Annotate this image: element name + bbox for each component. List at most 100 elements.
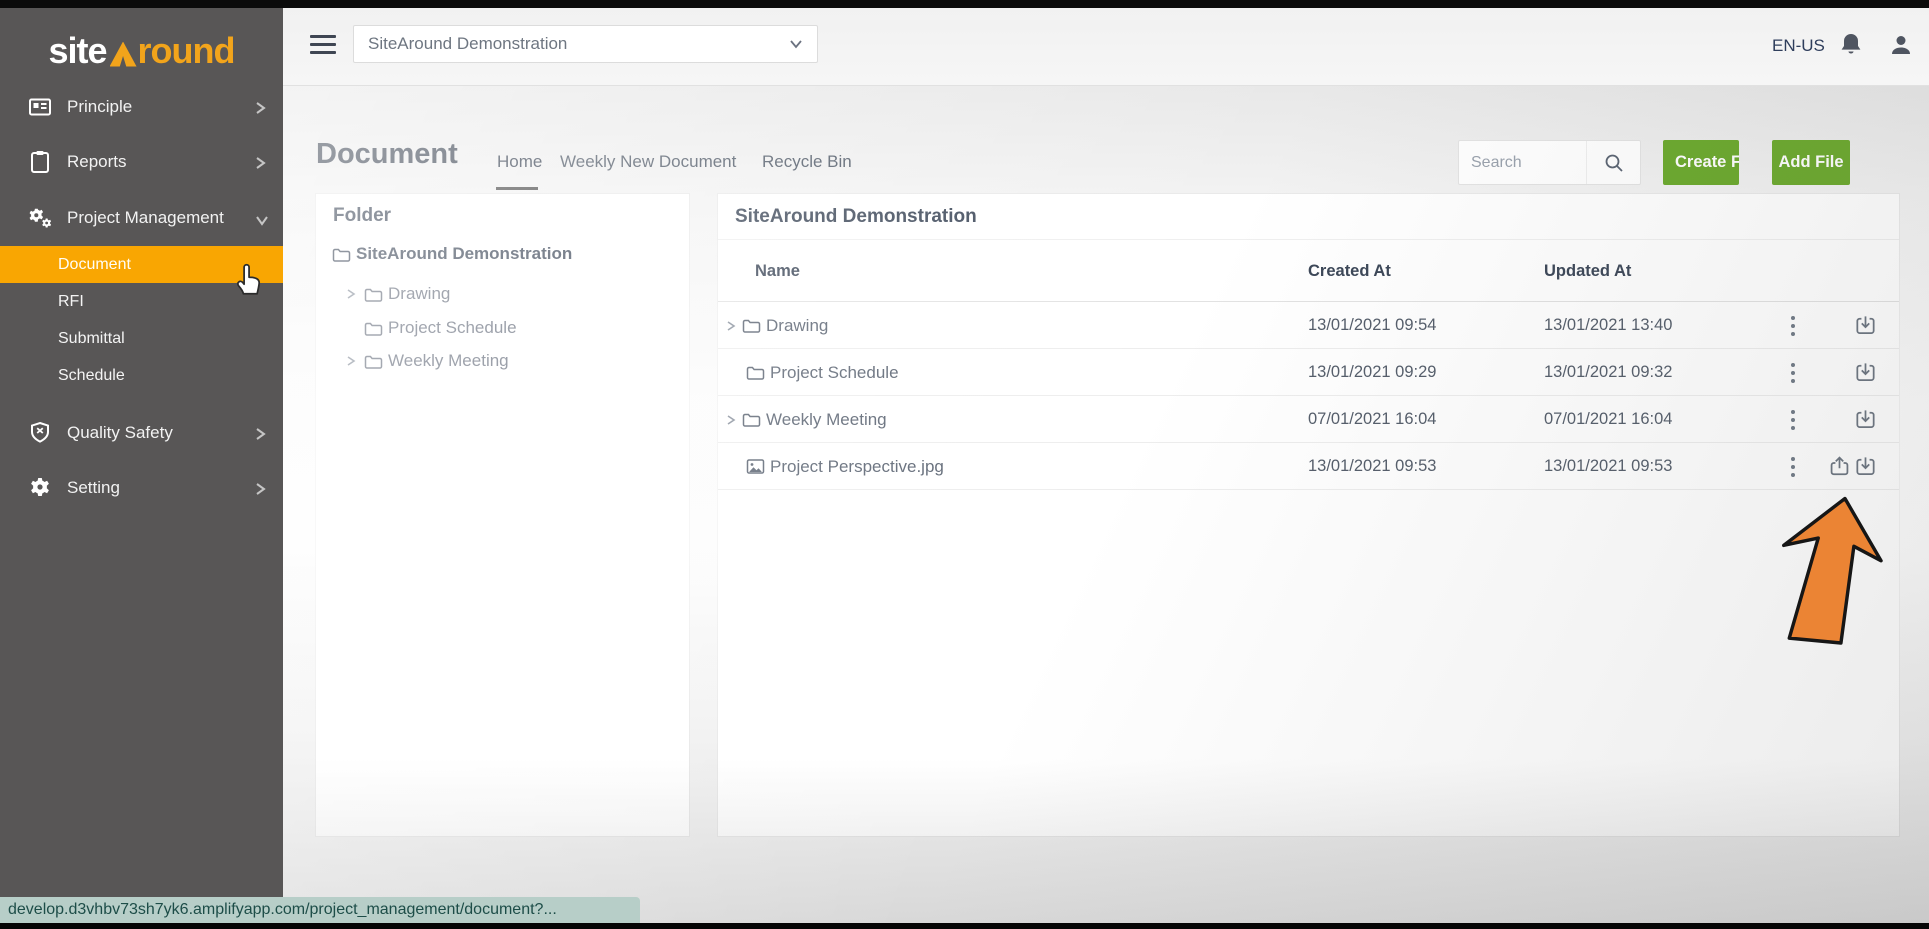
topbar: SiteAround Demonstration EN-US: [283, 8, 1929, 86]
search-icon[interactable]: [1586, 141, 1640, 184]
row-menu-button[interactable]: [1780, 302, 1806, 349]
row-menu-button[interactable]: [1780, 349, 1806, 396]
locale-selector[interactable]: EN-US: [1772, 36, 1825, 56]
tree-item-label: Weekly Meeting: [388, 351, 509, 371]
hamburger-menu-button[interactable]: [310, 35, 336, 57]
sidebar-item-schedule[interactable]: Schedule: [0, 357, 283, 394]
mouse-cursor: [228, 258, 264, 296]
tree-item-drawing[interactable]: Drawing: [316, 278, 689, 310]
add-file-button[interactable]: Add File: [1772, 140, 1850, 185]
table-row[interactable]: Drawing 13/01/2021 09:54 13/01/2021 13:4…: [718, 302, 1899, 349]
notifications-bell-icon[interactable]: [1839, 32, 1863, 58]
logo-text-round: round: [138, 30, 235, 72]
folder-icon: [742, 317, 766, 334]
table-row[interactable]: Project Perspective.jpg 13/01/2021 09:53…: [718, 443, 1899, 490]
sitearound-logo: site round: [0, 22, 283, 80]
tree-item-project-schedule[interactable]: Project Schedule: [316, 312, 689, 344]
status-url-bar: develop.d3vhbv73sh7yk6.amplifyapp.com/pr…: [0, 897, 640, 923]
folder-panel-title: Folder: [316, 194, 689, 238]
tree-item-label: Project Schedule: [388, 318, 517, 338]
row-name: Project Perspective.jpg: [770, 457, 944, 477]
logo-text-site: site: [48, 30, 106, 72]
shield-icon: [28, 421, 52, 445]
sidebar-item-project-management[interactable]: Project Management: [0, 191, 283, 245]
row-name-cell[interactable]: Drawing: [726, 302, 828, 349]
chevron-right-icon[interactable]: [726, 414, 742, 426]
row-created-at: 13/01/2021 09:54: [1308, 302, 1436, 349]
table-row[interactable]: Weekly Meeting 07/01/2021 16:04 07/01/20…: [718, 396, 1899, 443]
sidebar-item-label: RFI: [58, 293, 84, 311]
logo-arrow-icon: [110, 42, 137, 67]
id-card-icon: [28, 95, 52, 119]
sidebar-item-label: Project Management: [67, 208, 255, 228]
search-bar: [1458, 140, 1641, 185]
sidebar-item-setting[interactable]: Setting: [0, 461, 283, 515]
folder-icon: [746, 364, 770, 381]
sidebar-item-principle[interactable]: Principle: [0, 80, 283, 134]
chevron-right-icon: [255, 100, 267, 114]
sidebar-item-label: Document: [58, 256, 131, 274]
column-header-created-at: Created At: [1308, 262, 1391, 281]
sidebar-item-label: Reports: [67, 152, 255, 172]
folder-icon: [364, 320, 386, 337]
row-created-at: 07/01/2021 16:04: [1308, 396, 1436, 443]
download-button[interactable]: [1852, 349, 1878, 396]
sidebar-item-label: Quality Safety: [67, 423, 255, 443]
row-name-cell[interactable]: Project Perspective.jpg: [746, 443, 944, 490]
share-button[interactable]: [1826, 443, 1852, 490]
folder-tree-panel: Folder SiteAround Demonstration Drawing: [316, 194, 689, 836]
page-title: Document: [316, 138, 458, 171]
sidebar-item-label: Schedule: [58, 367, 125, 385]
folder-icon: [742, 411, 766, 428]
tree-item-label: SiteAround Demonstration: [356, 244, 572, 264]
active-tab-underline: [496, 187, 538, 190]
letterbox-bottom: [0, 923, 1929, 929]
row-updated-at: 13/01/2021 09:32: [1544, 349, 1672, 396]
chevron-down-icon: [789, 34, 803, 54]
user-account-icon[interactable]: [1888, 32, 1914, 58]
create-folder-button[interactable]: Create Folder: [1663, 140, 1739, 185]
download-button[interactable]: [1852, 302, 1878, 349]
column-header-updated-at: Updated At: [1544, 262, 1631, 281]
row-name: Project Schedule: [770, 363, 899, 383]
tree-item-weekly-meeting[interactable]: Weekly Meeting: [316, 345, 689, 377]
row-updated-at: 07/01/2021 16:04: [1544, 396, 1672, 443]
row-name: Weekly Meeting: [766, 410, 887, 430]
column-header-name: Name: [755, 262, 800, 281]
sidebar-item-submittal[interactable]: Submittal: [0, 320, 283, 357]
row-menu-button[interactable]: [1780, 396, 1806, 443]
letterbox-top: [0, 0, 1929, 8]
table-row[interactable]: Project Schedule 13/01/2021 09:29 13/01/…: [718, 349, 1899, 396]
download-button[interactable]: [1852, 443, 1878, 490]
row-name: Drawing: [766, 316, 828, 336]
row-created-at: 13/01/2021 09:53: [1308, 443, 1436, 490]
folder-icon: [364, 353, 386, 370]
chevron-right-icon[interactable]: [346, 355, 364, 367]
search-input[interactable]: [1459, 141, 1586, 184]
row-name-cell[interactable]: Project Schedule: [746, 349, 899, 396]
sidebar-item-quality-safety[interactable]: Quality Safety: [0, 406, 283, 460]
project-selector-dropdown[interactable]: SiteAround Demonstration: [353, 25, 818, 63]
row-name-cell[interactable]: Weekly Meeting: [726, 396, 887, 443]
sidebar-item-label: Setting: [67, 478, 255, 498]
folder-icon: [332, 246, 354, 263]
tree-item-label: Drawing: [388, 284, 450, 304]
gear-icon: [28, 476, 52, 500]
row-updated-at: 13/01/2021 09:53: [1544, 443, 1672, 490]
sidebar-item-label: Principle: [67, 97, 255, 117]
tab-weekly-new-document[interactable]: Weekly New Document: [560, 152, 736, 172]
tab-recycle-bin[interactable]: Recycle Bin: [762, 152, 852, 172]
chevron-right-icon[interactable]: [346, 288, 364, 300]
tab-home[interactable]: Home: [497, 152, 542, 172]
app-window: site round Principle Reports: [0, 0, 1929, 929]
chevron-right-icon[interactable]: [726, 320, 742, 332]
chevron-right-icon: [255, 426, 267, 440]
sidebar-item-label: Submittal: [58, 330, 125, 348]
tree-item-root[interactable]: SiteAround Demonstration: [316, 238, 689, 270]
sidebar-item-reports[interactable]: Reports: [0, 135, 283, 189]
main-content: Document Home Weekly New Document Recycl…: [283, 86, 1929, 923]
image-file-icon: [746, 458, 770, 475]
row-updated-at: 13/01/2021 13:40: [1544, 302, 1672, 349]
download-button[interactable]: [1852, 396, 1878, 443]
row-created-at: 13/01/2021 09:29: [1308, 349, 1436, 396]
